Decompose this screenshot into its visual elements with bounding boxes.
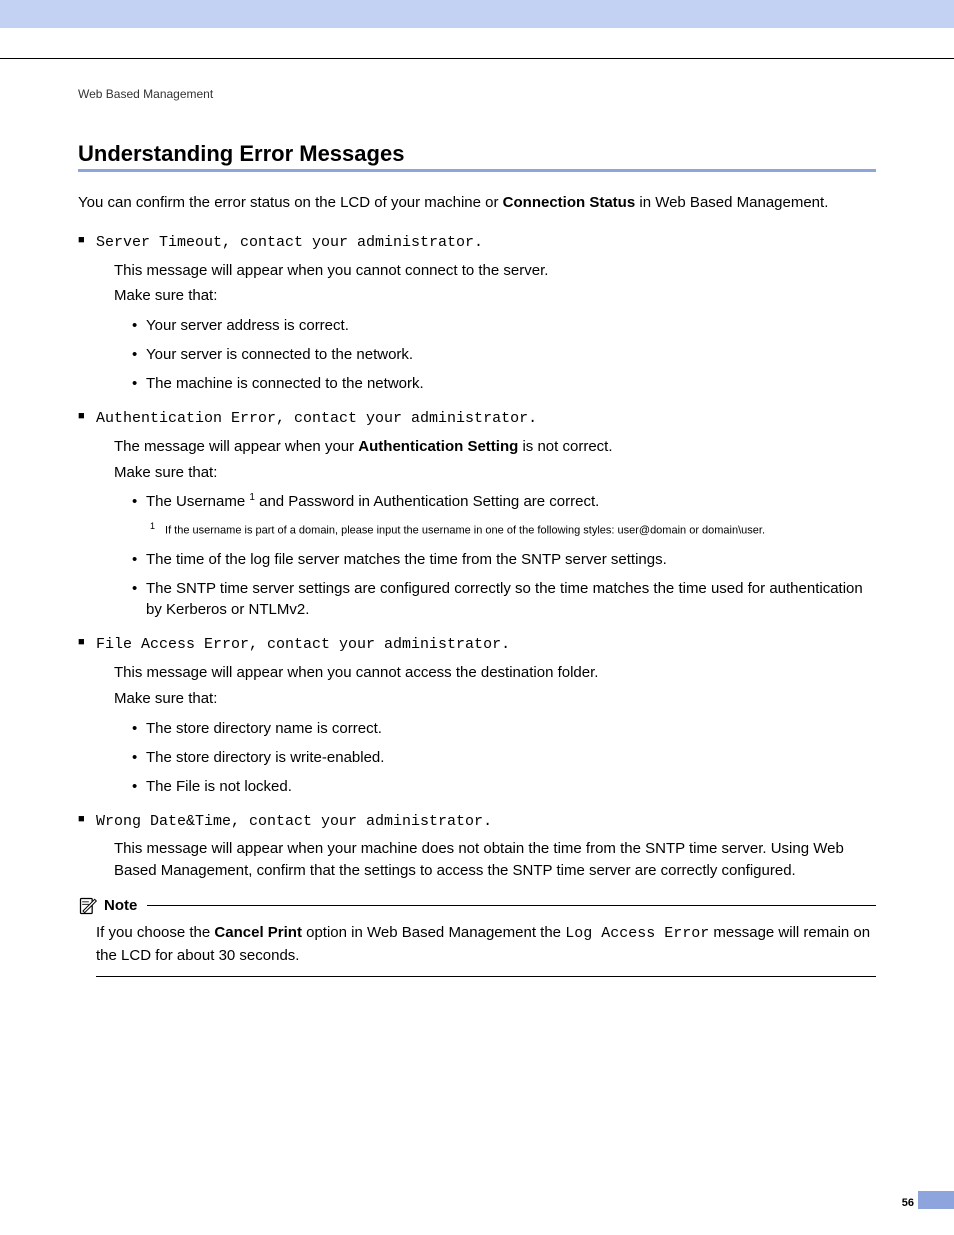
text-bold: Authentication Setting [358, 438, 518, 455]
footnote: 1 If the username is part of a domain, pl… [150, 520, 876, 539]
footnote-text: If the username is part of a domain, ple… [165, 525, 765, 537]
page-number: 56 [902, 1197, 914, 1209]
error-item-wrong-date: Wrong Date&Time, contact your administra… [78, 811, 876, 882]
error-desc: Make sure that: [114, 462, 876, 484]
text: If you choose the [96, 924, 214, 941]
text-bold: Cancel Print [214, 924, 302, 941]
page-content: 5 Web Based Management Understanding Err… [0, 87, 954, 977]
list-item: The machine is connected to the network. [132, 373, 876, 394]
error-item-auth: Authentication Error, contact your admin… [78, 408, 876, 620]
error-desc: This message will appear when you cannot… [114, 260, 876, 282]
bullet-list: The time of the log file server matches … [114, 549, 876, 620]
error-list: Server Timeout, contact your administrat… [78, 232, 876, 882]
error-desc: Make sure that: [114, 285, 876, 307]
error-desc: Make sure that: [114, 688, 876, 710]
note-block: Note If you choose the Cancel Print opti… [78, 896, 876, 978]
note-rule-bottom [96, 976, 876, 977]
list-item: The store directory name is correct. [132, 718, 876, 739]
list-item: The time of the log file server matches … [132, 549, 876, 570]
list-item: Your server is connected to the network. [132, 344, 876, 365]
text: option in Web Based Management the [302, 924, 565, 941]
note-body: If you choose the Cancel Print option in… [78, 916, 876, 977]
text: and Password in Authentication Setting a… [255, 493, 599, 510]
text: The message will appear when your [114, 438, 358, 455]
bullet-list: The Username 1 and Password in Authentic… [114, 491, 876, 512]
bullet-list: Your server address is correct. Your ser… [114, 315, 876, 394]
error-message: Wrong Date&Time, contact your administra… [96, 811, 876, 833]
top-rule [0, 58, 954, 59]
list-item: The SNTP time server settings are config… [132, 578, 876, 620]
bullet-list: The store directory name is correct. The… [114, 718, 876, 797]
running-head: Web Based Management [78, 87, 876, 101]
page-number-tab [918, 1191, 954, 1209]
note-rule-top [147, 905, 876, 906]
list-item: The File is not locked. [132, 776, 876, 797]
error-desc: This message will appear when your machi… [114, 838, 876, 882]
intro-post: in Web Based Management. [635, 194, 828, 211]
note-header: Note [78, 896, 876, 916]
error-message: Authentication Error, contact your admin… [96, 408, 876, 430]
error-message: File Access Error, contact your administ… [96, 634, 876, 656]
section-title: Understanding Error Messages [78, 141, 876, 167]
error-desc: This message will appear when you cannot… [114, 662, 876, 684]
text: is not correct. [518, 438, 612, 455]
intro-paragraph: You can confirm the error status on the … [78, 192, 876, 214]
note-label: Note [104, 897, 137, 914]
error-message: Server Timeout, contact your administrat… [96, 232, 876, 254]
error-item-server-timeout: Server Timeout, contact your administrat… [78, 232, 876, 394]
intro-bold: Connection Status [503, 194, 636, 211]
title-underline [78, 169, 876, 172]
intro-pre: You can confirm the error status on the … [78, 194, 503, 211]
list-item: The store directory is write-enabled. [132, 747, 876, 768]
text: The Username [146, 493, 249, 510]
footnote-num: 1 [150, 521, 155, 531]
top-color-band [0, 0, 954, 28]
error-desc: The message will appear when your Authen… [114, 436, 876, 458]
note-icon [78, 896, 98, 916]
error-item-file-access: File Access Error, contact your administ… [78, 634, 876, 796]
list-item: Your server address is correct. [132, 315, 876, 336]
text-mono: Log Access Error [565, 925, 709, 942]
list-item: The Username 1 and Password in Authentic… [132, 491, 876, 512]
